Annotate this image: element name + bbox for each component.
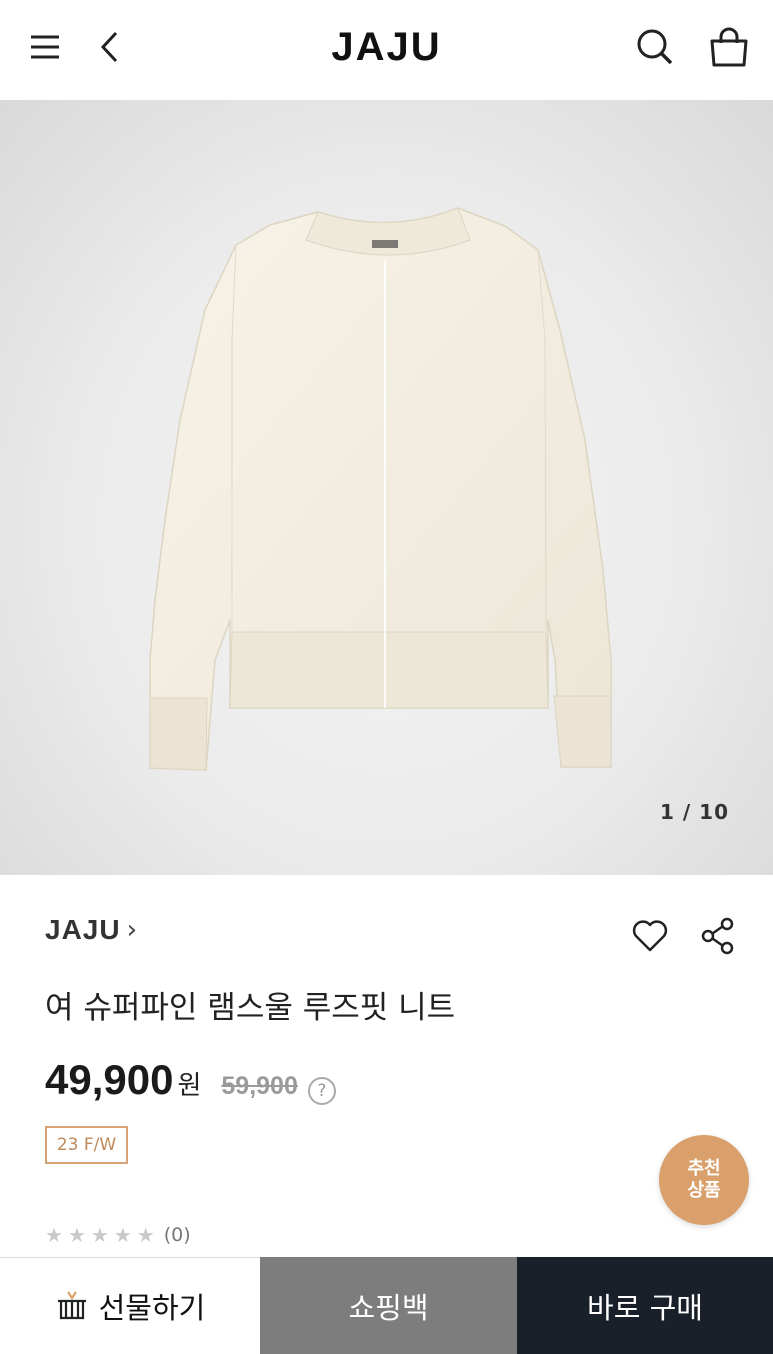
add-to-cart-button[interactable]: 쇼핑백 [260, 1257, 517, 1354]
reco-line2: 상품 [687, 1180, 721, 1201]
sale-price: 49,900 [45, 1056, 174, 1103]
product-image [149, 207, 612, 771]
reco-line1: 추천 [687, 1158, 721, 1179]
shopping-bag-icon[interactable] [704, 22, 754, 72]
season-badge: 23 F/W [45, 1126, 128, 1164]
star-icon: ★ [90, 1223, 109, 1247]
share-button[interactable] [696, 914, 740, 958]
currency-label: 원 [177, 1071, 202, 1101]
star-icon: ★ [113, 1223, 132, 1247]
brand-link[interactable]: JAJU › [45, 914, 137, 946]
brand-name: JAJU [45, 914, 121, 945]
original-price: 59,900 [221, 1072, 298, 1100]
gift-icon [57, 1291, 86, 1320]
rating-summary[interactable]: ★ ★ ★ ★ ★ (0) [45, 1223, 191, 1247]
image-counter: 1 / 10 [660, 800, 729, 824]
review-count: (0) [163, 1224, 191, 1246]
star-icon: ★ [67, 1223, 86, 1247]
product-title: 여 슈퍼파인 램스울 루즈핏 니트 [45, 990, 456, 1026]
bottom-action-bar: 선물하기 쇼핑백 바로 구매 [0, 1257, 773, 1354]
top-header: JAJU [0, 0, 773, 100]
gift-button[interactable]: 선물하기 [0, 1257, 260, 1354]
price-row: 49,900 원 59,900 ? [45, 1056, 336, 1105]
share-icon [701, 917, 734, 955]
star-icon: ★ [45, 1223, 63, 1247]
star-icon: ★ [136, 1223, 155, 1247]
recommended-products-button[interactable]: 추천 상품 [659, 1135, 749, 1225]
gift-label: 선물하기 [98, 1291, 206, 1325]
product-image-gallery[interactable]: 1 / 10 [0, 100, 773, 875]
chevron-right-icon: › [126, 915, 137, 945]
buy-now-button[interactable]: 바로 구매 [517, 1257, 773, 1354]
wishlist-button[interactable] [628, 914, 672, 958]
price-help-icon[interactable]: ? [307, 1077, 336, 1105]
heart-icon [632, 920, 668, 952]
search-icon[interactable] [630, 22, 680, 72]
